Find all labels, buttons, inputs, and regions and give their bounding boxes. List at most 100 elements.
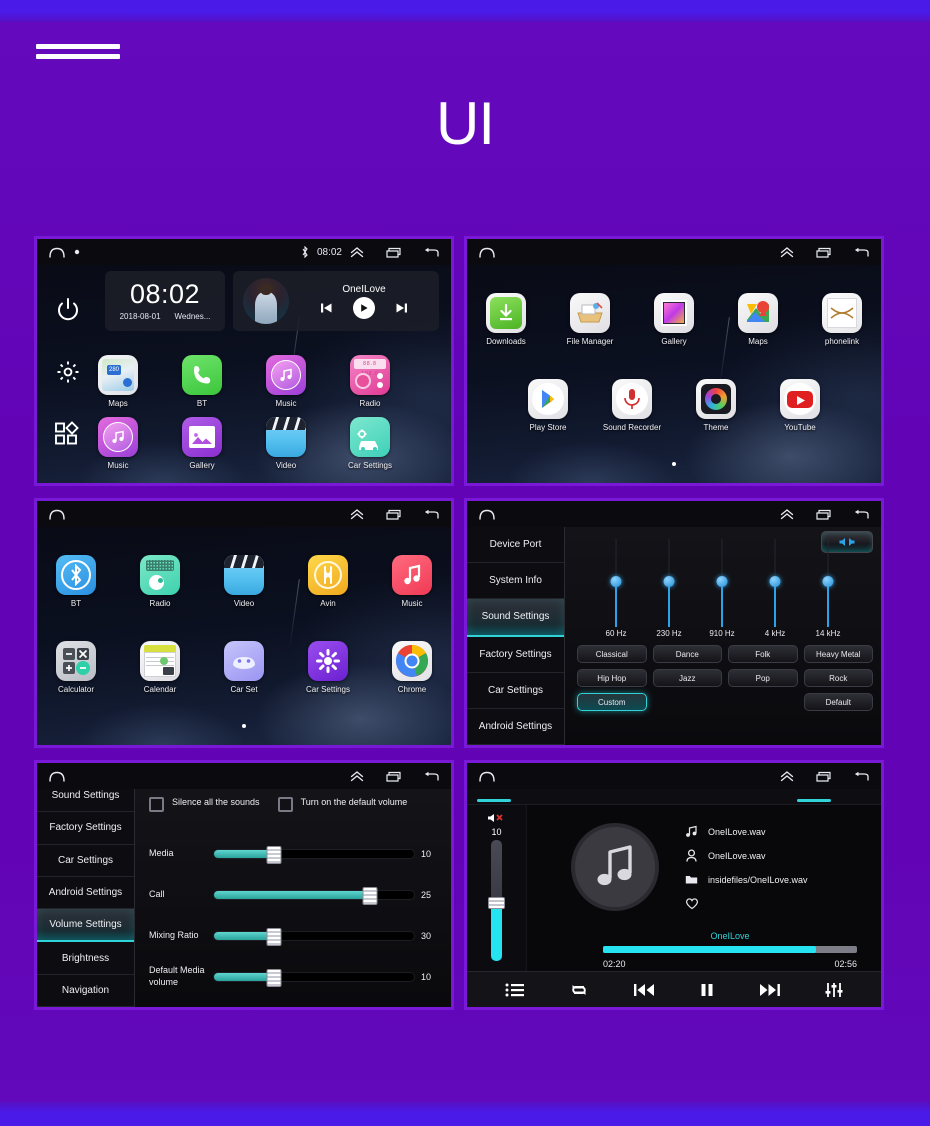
recents-icon[interactable] [816, 509, 831, 520]
home-icon[interactable] [479, 509, 495, 520]
home-icon[interactable] [479, 771, 495, 782]
app-tile[interactable]: Video [244, 417, 328, 470]
music-volume-slider[interactable] [488, 840, 505, 961]
app-tile[interactable]: Car Settings [328, 417, 412, 470]
media-widget[interactable]: OneILove [233, 271, 439, 331]
app-tile[interactable]: Chrome [370, 641, 451, 694]
sidebar-item-factory-settings[interactable]: Factory Settings [37, 812, 134, 845]
sidebar-item-factory-settings[interactable]: Factory Settings [467, 637, 564, 673]
chevron-up-icon[interactable] [780, 508, 794, 520]
playlist-icon[interactable] [505, 982, 525, 998]
clock-widget[interactable]: 08:02 2018-08-01 Wednes... [105, 271, 225, 331]
app-tile[interactable]: Theme [674, 379, 758, 432]
skip-previous-icon[interactable] [633, 982, 655, 998]
back-icon[interactable] [853, 509, 869, 520]
equalizer-knob[interactable] [610, 576, 622, 587]
app-tile[interactable]: Maps [716, 293, 800, 346]
app-tile[interactable]: BT [160, 355, 244, 408]
checkbox-row[interactable]: Turn on the default volume [277, 797, 407, 812]
equalizer-knob[interactable] [822, 576, 834, 587]
play-icon[interactable] [353, 296, 375, 319]
equalizer-icon[interactable] [825, 982, 843, 998]
app-tile[interactable]: Avin [286, 555, 370, 608]
volume-knob[interactable] [362, 886, 378, 905]
chevron-up-icon[interactable] [350, 508, 364, 520]
app-tile[interactable]: Downloads [467, 293, 548, 346]
skip-previous-icon[interactable] [319, 301, 333, 315]
volume-mute-icon[interactable] [486, 811, 508, 825]
equalizer-knob[interactable] [663, 576, 675, 587]
preset-jazz[interactable]: Jazz [652, 669, 722, 687]
back-icon[interactable] [423, 509, 439, 520]
preset-classical[interactable]: Classical [577, 645, 647, 663]
volume-knob[interactable] [266, 927, 282, 946]
home-icon[interactable] [49, 247, 65, 258]
preset-heavy-metal[interactable]: Heavy Metal [803, 645, 873, 663]
checkbox[interactable] [149, 797, 164, 812]
checkbox-row[interactable]: Silence all the sounds [149, 797, 260, 812]
recents-icon[interactable] [816, 247, 831, 258]
sidebar-item-navigation[interactable]: Navigation [37, 975, 134, 1007]
home-icon[interactable] [479, 247, 495, 258]
preset-dance[interactable]: Dance [652, 645, 722, 663]
preset-hip-hop[interactable]: Hip Hop [577, 669, 647, 687]
back-icon[interactable] [423, 771, 439, 782]
app-tile[interactable]: YouTube [758, 379, 842, 432]
chevron-up-icon[interactable] [350, 246, 364, 258]
sidebar-item-android-settings[interactable]: Android Settings [467, 709, 564, 745]
app-tile[interactable]: Video [202, 555, 286, 608]
sidebar-item-car-settings[interactable]: Car Settings [37, 845, 134, 877]
sidebar-item-volume-settings[interactable]: Volume Settings [37, 909, 134, 943]
app-tile[interactable]: 280 Maps [76, 355, 160, 408]
volume-track[interactable] [213, 968, 415, 987]
app-tile[interactable]: 88.8 108.0 Radio [328, 355, 412, 408]
music-progress-bar[interactable] [603, 946, 857, 953]
sidebar-item-brightness[interactable]: Brightness [37, 942, 134, 975]
chevron-up-icon[interactable] [350, 770, 364, 782]
volume-track[interactable] [213, 845, 415, 864]
chevron-up-icon[interactable] [780, 770, 794, 782]
app-tile[interactable]: Music [244, 355, 328, 408]
recents-icon[interactable] [386, 247, 401, 258]
back-icon[interactable] [853, 771, 869, 782]
preset-folk[interactable]: Folk [728, 645, 798, 663]
repeat-icon[interactable] [569, 982, 589, 998]
home-icon[interactable] [49, 509, 65, 520]
home-icon[interactable] [49, 771, 65, 782]
app-tile[interactable]: File Manager [548, 293, 632, 346]
app-tile[interactable]: phonelink [800, 293, 881, 346]
hamburger-icon[interactable] [36, 44, 120, 64]
app-tile[interactable]: Sound Recorder [590, 379, 674, 432]
recents-icon[interactable] [386, 509, 401, 520]
preset-default[interactable]: Default [803, 693, 873, 711]
sidebar-item-car-settings[interactable]: Car Settings [467, 673, 564, 709]
app-tile[interactable]: Calendar [118, 641, 202, 694]
app-tile[interactable]: Play Store [506, 379, 590, 432]
checkbox[interactable] [277, 797, 293, 812]
volume-track[interactable] [213, 927, 415, 946]
sidebar-item-sound-settings[interactable]: Sound Settings [467, 599, 564, 637]
app-tile[interactable]: Car Settings [286, 641, 370, 694]
app-tile[interactable]: Gallery [632, 293, 716, 346]
power-icon[interactable] [55, 297, 81, 323]
sidebar-item-device-port[interactable]: Device Port [467, 527, 564, 564]
equalizer-knob[interactable] [769, 576, 781, 587]
preset-custom[interactable]: Custom [577, 693, 647, 711]
preset-pop[interactable]: Pop [728, 669, 798, 687]
back-icon[interactable] [423, 247, 439, 258]
preset-rock[interactable]: Rock [803, 669, 873, 687]
recents-icon[interactable] [386, 771, 401, 782]
volume-track[interactable] [213, 886, 415, 905]
app-tile[interactable]: Car Set [202, 641, 286, 694]
heart-icon[interactable] [685, 897, 699, 910]
recents-icon[interactable] [816, 771, 831, 782]
app-tile[interactable]: Music [370, 555, 451, 608]
app-tile[interactable]: BT [37, 555, 118, 608]
app-tile[interactable]: Calculator [37, 641, 118, 694]
equalizer-knob[interactable] [716, 576, 728, 587]
sidebar-item-android-settings[interactable]: Android Settings [37, 877, 134, 910]
skip-next-icon[interactable] [395, 301, 409, 315]
pause-icon[interactable] [699, 982, 715, 998]
chevron-up-icon[interactable] [780, 246, 794, 258]
skip-next-icon[interactable] [759, 982, 781, 998]
